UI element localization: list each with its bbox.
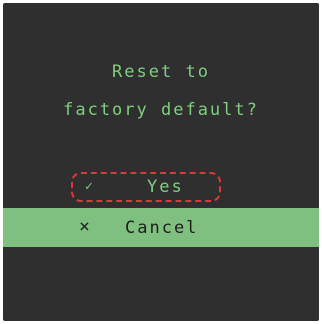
yes-option[interactable]: ✓ Yes [71,172,221,202]
check-icon: ✓ [85,179,93,194]
close-icon: × [79,216,90,237]
prompt-text-line-1: Reset to [112,62,210,82]
reset-dialog-screen: Reset to factory default? ✓ Yes × Cancel [3,3,319,321]
cancel-option-label: Cancel [125,218,199,238]
prompt-text-line-2: factory default? [63,100,259,120]
cancel-option[interactable]: × Cancel [3,208,319,247]
yes-option-label: Yes [147,177,184,197]
